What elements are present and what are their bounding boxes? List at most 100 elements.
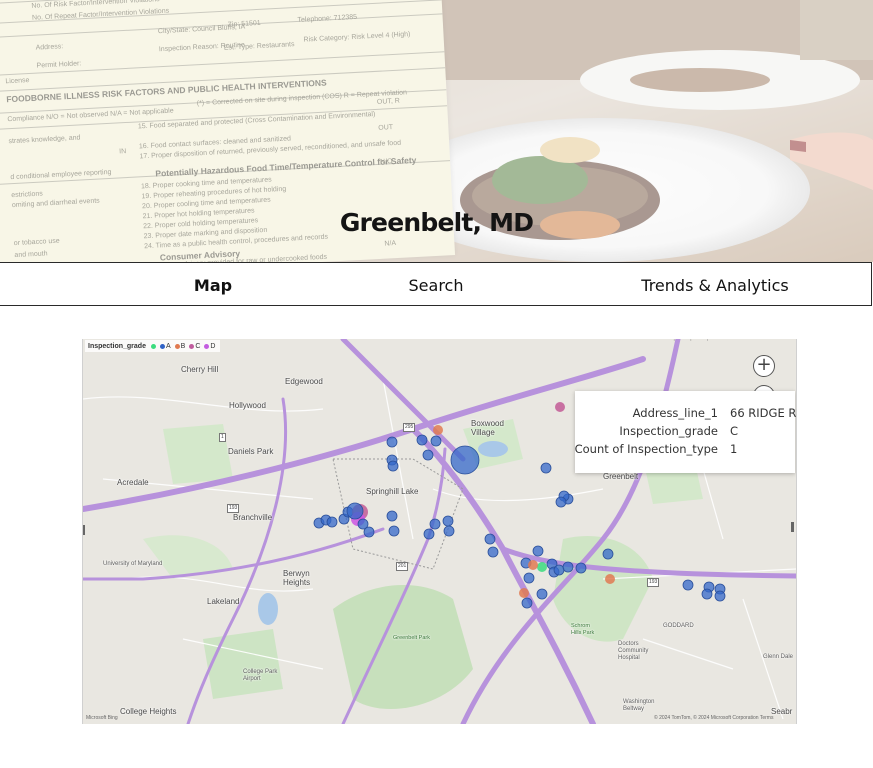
inspection-point[interactable] xyxy=(388,525,400,537)
legend-dot-icon xyxy=(204,343,210,349)
map-label: College Heights xyxy=(120,707,177,716)
map-label: Branchville xyxy=(233,513,273,522)
map-label: Schrom Hills Park xyxy=(571,623,595,636)
legend-title: Inspection_grade xyxy=(88,342,146,350)
inspection-point[interactable] xyxy=(484,533,496,545)
map-label: Cherry Hill xyxy=(181,365,219,374)
tooltip-key: Inspection_grade xyxy=(619,424,718,438)
tab-trends-analytics[interactable]: Trends & Analytics xyxy=(620,263,810,305)
inspection-point[interactable] xyxy=(540,462,552,474)
map-toolbar[interactable]: ··· xyxy=(673,339,723,345)
resize-handle-right[interactable] xyxy=(791,522,794,532)
inspection-point[interactable] xyxy=(536,588,548,600)
tab-search[interactable]: Search xyxy=(372,263,500,305)
inspection-map[interactable]: Inspection_grade A B C D ··· Cherry Hill… xyxy=(82,339,797,724)
inspection-point[interactable] xyxy=(433,425,443,435)
map-attribution-logo: Microsoft Bing xyxy=(86,715,118,721)
inspection-point[interactable] xyxy=(521,597,533,609)
inspection-point[interactable] xyxy=(363,526,375,538)
inspection-point[interactable] xyxy=(487,546,499,558)
map-label: Springhill Lake xyxy=(366,487,419,496)
map-label: Boxwood Village xyxy=(471,419,504,437)
tab-map[interactable]: Map xyxy=(150,263,276,305)
inspection-point[interactable] xyxy=(519,588,529,598)
map-legend: Inspection_grade A B C D xyxy=(85,340,221,352)
legend-item-d: D xyxy=(204,343,215,350)
tooltip-value: 66 RIDGE RD xyxy=(730,406,797,420)
road-number: 193 xyxy=(647,578,660,587)
map-label: Acredale xyxy=(117,478,149,487)
map-label: Greenbelt Park xyxy=(393,635,430,641)
hero-banner: No. Of Risk Factor/Intervention Violatio… xyxy=(0,0,873,262)
map-label: Washington Beltway xyxy=(623,699,655,712)
road-number: 1 xyxy=(219,433,226,442)
inspection-point[interactable] xyxy=(423,528,435,540)
legend-item-c: C xyxy=(189,343,200,350)
map-label: GODDARD xyxy=(663,623,694,629)
legend-dot-icon xyxy=(189,343,195,349)
resize-handle-left[interactable] xyxy=(83,525,85,535)
map-label: Glenn Dale xyxy=(763,654,794,660)
inspection-point[interactable] xyxy=(555,402,565,412)
inspection-point[interactable] xyxy=(326,516,338,528)
page-title: Greenbelt, MD xyxy=(339,208,534,237)
inspection-point[interactable] xyxy=(429,518,441,530)
map-label: Seabr xyxy=(771,707,793,716)
legend-item-a: A xyxy=(159,342,171,350)
legend-label-b: B xyxy=(180,342,186,350)
map-label: Hollywood xyxy=(229,401,266,410)
inspection-point[interactable] xyxy=(523,572,535,584)
legend-dot-icon xyxy=(150,343,156,349)
inspection-point[interactable] xyxy=(416,434,428,446)
inspection-point[interactable] xyxy=(387,460,399,472)
map-label: Greenbelt xyxy=(603,472,639,481)
main-nav: Map Search Trends & Analytics xyxy=(0,262,872,306)
inspection-point[interactable] xyxy=(575,562,587,574)
road-number: 295 xyxy=(403,423,416,432)
legend-item-e xyxy=(150,343,156,349)
map-label: Daniels Park xyxy=(228,447,274,456)
tooltip-value: C xyxy=(730,424,739,438)
inspection-point[interactable] xyxy=(682,579,694,591)
tooltip-key: Count of Inspection_type xyxy=(574,442,718,456)
legend-dot-icon xyxy=(174,343,180,349)
legend-label-d: D xyxy=(210,342,216,350)
legend-dot-icon xyxy=(159,343,165,349)
inspection-point[interactable] xyxy=(555,496,567,508)
map-label: University of Maryland xyxy=(103,561,163,567)
inspection-point[interactable] xyxy=(602,548,614,560)
inspection-point[interactable] xyxy=(714,590,726,602)
inspection-point[interactable] xyxy=(422,449,434,461)
inspection-point[interactable] xyxy=(562,561,574,573)
road-number: 201 xyxy=(396,562,409,571)
legend-label-a: A xyxy=(165,342,171,350)
tooltip-row: Inspection_grade C xyxy=(575,424,795,442)
map-label: Edgewood xyxy=(285,377,323,386)
inspection-point[interactable] xyxy=(386,510,398,522)
tooltip-key: Address_line_1 xyxy=(632,406,718,420)
inspection-point[interactable] xyxy=(430,435,442,447)
tooltip-row: Address_line_1 66 RIDGE RD xyxy=(575,406,797,424)
inspection-point[interactable] xyxy=(528,560,538,570)
zoom-in-button[interactable]: + xyxy=(753,355,775,377)
inspection-point[interactable] xyxy=(386,436,398,448)
map-copyright[interactable]: © 2024 TomTom, © 2024 Microsoft Corporat… xyxy=(654,715,773,721)
inspection-point[interactable] xyxy=(532,545,544,557)
tooltip-value: 1 xyxy=(730,442,738,456)
inspection-point[interactable] xyxy=(701,588,713,600)
inspection-point[interactable] xyxy=(346,502,364,520)
inspection-point[interactable] xyxy=(443,525,455,537)
map-label: Berwyn Heights xyxy=(283,569,311,587)
tooltip-row: Count of Inspection_type 1 xyxy=(575,442,795,460)
inspection-point[interactable] xyxy=(553,564,565,576)
inspection-point[interactable] xyxy=(605,574,615,584)
legend-item-b: B xyxy=(174,342,186,350)
map-label: Doctors Community Hospital xyxy=(618,641,649,661)
inspection-point[interactable] xyxy=(450,445,480,475)
map-label: Lakeland xyxy=(207,597,240,606)
inspection-point[interactable] xyxy=(537,562,547,572)
map-label: College Park Airport xyxy=(243,669,278,682)
road-number: 193 xyxy=(227,504,240,513)
inspection-point[interactable] xyxy=(442,515,454,527)
legend-label-c: C xyxy=(195,342,201,350)
